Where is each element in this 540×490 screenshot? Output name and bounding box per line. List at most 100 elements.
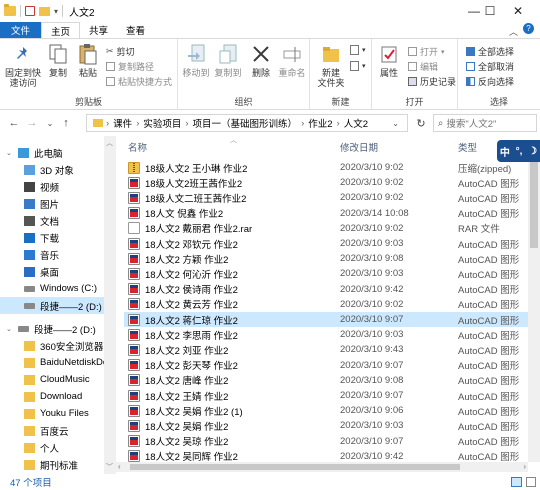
file-row[interactable]: 18人文2 侯诗雨 作业2 2020/3/10 9:42 AutoCAD 图形 <box>124 282 528 297</box>
up-arrow-icon[interactable]: ↑ <box>58 115 74 131</box>
moon-icon[interactable]: ☽ <box>528 146 537 157</box>
new-item-button[interactable]: ▾ <box>350 45 366 55</box>
ime-punctuation[interactable]: °, <box>516 146 523 157</box>
file-row[interactable]: 18级人文2班王茜作业2 2020/3/10 9:02 AutoCAD 图形 <box>124 175 528 190</box>
nav-item[interactable]: BaiduNetdiskDo <box>0 354 104 371</box>
file-row[interactable]: 18人文2 吴娟 作业2 2020/3/10 9:03 AutoCAD 图形 <box>124 418 528 433</box>
tab-file[interactable]: 文件 <box>0 22 42 38</box>
chevron-down-icon[interactable]: ⌄ <box>392 119 399 128</box>
nav-item[interactable]: 文档 <box>0 212 104 229</box>
column-type-header[interactable]: 类型 <box>458 140 477 154</box>
invert-selection-button[interactable]: 反向选择 <box>466 75 514 88</box>
copy-button[interactable]: 复制 <box>44 43 72 78</box>
breadcrumb-item[interactable]: 课件 <box>113 116 132 130</box>
nav-item[interactable]: 下载 <box>0 229 104 246</box>
nav-item[interactable]: 期刊标准 <box>0 456 104 473</box>
file-row[interactable]: 18人文2 邓钦元 作业2 2020/3/10 9:03 AutoCAD 图形 <box>124 236 528 251</box>
nav-item[interactable]: ⌄ 此电脑 <box>0 144 104 161</box>
nav-item[interactable]: 段捷——2 (D:) <box>0 297 104 314</box>
breadcrumb-item[interactable]: 实验项目 <box>143 116 181 130</box>
nav-item[interactable]: 音乐 <box>0 246 104 263</box>
chevron-down-icon[interactable]: ▾ <box>54 7 58 16</box>
chevron-down-icon[interactable]: ⌄ <box>6 325 12 333</box>
details-view-icon[interactable] <box>511 477 522 487</box>
refresh-icon[interactable]: ↻ <box>412 114 430 132</box>
file-row[interactable]: 18人文2 刘亚 作业2 2020/3/10 9:43 AutoCAD 图形 <box>124 342 528 357</box>
paste-button[interactable]: 粘贴 <box>74 43 102 78</box>
file-row[interactable]: 18人文2 何沁沂 作业2 2020/3/10 9:03 AutoCAD 图形 <box>124 266 528 281</box>
tab-view[interactable]: 查看 <box>117 22 154 38</box>
nav-item[interactable]: 360安全浏览器下 <box>0 337 104 354</box>
breadcrumb-item[interactable]: 项目一（基础图形训练） <box>193 116 298 130</box>
file-list-scrollbar[interactable] <box>528 158 540 462</box>
paste-shortcut-button[interactable]: 粘贴快捷方式 <box>106 75 172 88</box>
nav-item[interactable]: 个人 <box>0 439 104 456</box>
file-row[interactable]: 18人文2 李思雨 作业2 2020/3/10 9:03 AutoCAD 图形 <box>124 327 528 342</box>
breadcrumb-item[interactable]: 人文2 <box>344 116 368 130</box>
file-name: 18人文2 吴娟 作业2 <box>145 421 229 433</box>
ime-language[interactable]: 中 <box>500 144 510 159</box>
pin-quick-access-button[interactable]: 固定到快 速访问 <box>4 43 42 88</box>
easy-access-button[interactable]: ▾ <box>350 61 366 71</box>
properties-button[interactable]: 属性 <box>374 43 404 78</box>
tab-home[interactable]: 主页 <box>41 22 81 38</box>
close-button[interactable]: ✕ <box>496 0 540 22</box>
help-icon[interactable]: ? <box>523 23 534 34</box>
select-all-icon <box>466 47 475 56</box>
new-folder-button[interactable]: 新建 文件夹 <box>314 43 348 88</box>
file-name: 18人文2 刘亚 作业2 <box>145 345 229 357</box>
file-row[interactable]: 18人文2 吴同辉 作业2 2020/3/10 9:42 AutoCAD 图形 <box>124 449 528 462</box>
chevron-down-icon[interactable]: ⌄ <box>6 149 12 157</box>
file-row[interactable]: 18人文2 黄云芳 作业2 2020/3/10 9:02 AutoCAD 图形 <box>124 297 528 312</box>
history-button[interactable]: 历史记录 <box>408 75 456 88</box>
file-row[interactable]: 18人文2 吴娟 作业2 (1) 2020/3/10 9:06 AutoCAD 图形 <box>124 403 528 418</box>
nav-item[interactable]: ⌄ 段捷——2 (D:) <box>0 320 104 337</box>
copy-path-button[interactable]: 复制路径 <box>106 60 154 73</box>
file-row[interactable]: 18级人文二班王茜作业2 2020/3/10 9:02 AutoCAD 图形 <box>124 190 528 205</box>
move-to-button[interactable]: 移动到 <box>180 43 212 78</box>
file-row[interactable]: 18级人文2 王小琳 作业2 2020/3/10 9:02 压缩(zipped) <box>124 160 528 175</box>
large-icons-view-icon[interactable] <box>526 477 536 487</box>
edit-button[interactable]: 编辑 <box>408 60 438 73</box>
nav-item[interactable]: CloudMusic <box>0 371 104 388</box>
nav-item[interactable]: Youku Files <box>0 405 104 422</box>
file-row[interactable]: 18人文2 彭天琴 作业2 2020/3/10 9:07 AutoCAD 图形 <box>124 358 528 373</box>
rename-button[interactable]: 重命名 <box>276 43 308 78</box>
collapse-ribbon-icon[interactable]: ︿ <box>509 25 518 38</box>
file-row[interactable]: 18人文 倪鑫 作业2 2020/3/14 10:08 AutoCAD 图形 <box>124 206 528 221</box>
column-date-header[interactable]: 修改日期 <box>340 140 378 154</box>
properties-quick-icon[interactable] <box>25 6 35 16</box>
nav-item[interactable]: 百度云 <box>0 422 104 439</box>
nav-scrollbar[interactable]: ︿ ﹀ <box>104 136 116 474</box>
new-folder-quick-icon[interactable] <box>39 6 50 16</box>
address-bar[interactable]: › 课件 › 实验项目 › 项目一（基础图形训练） › 作业2 › 人文2 ⌄ <box>86 114 408 132</box>
nav-item[interactable]: Download <box>0 388 104 405</box>
breadcrumb-item[interactable]: 作业2 <box>308 116 332 130</box>
file-name: 18人文2 黄云芳 作业2 <box>145 300 238 312</box>
forward-arrow-icon[interactable]: → <box>24 115 40 131</box>
recent-locations-icon[interactable]: ⌄ <box>42 115 58 131</box>
back-arrow-icon[interactable]: ← <box>6 115 22 131</box>
nav-item[interactable]: 3D 对象 <box>0 161 104 178</box>
horizontal-scrollbar[interactable]: ‹ › <box>116 462 528 472</box>
file-row[interactable]: 18人文2 吴琼 作业2 2020/3/10 9:07 AutoCAD 图形 <box>124 434 528 449</box>
column-name-header[interactable]: 名称 <box>128 140 147 154</box>
open-button[interactable]: 打开 ▾ <box>408 45 445 58</box>
cut-button[interactable]: ✂ 剪切 <box>106 45 135 58</box>
nav-item[interactable]: Windows (C:) <box>0 280 104 297</box>
tab-share[interactable]: 共享 <box>80 22 117 38</box>
file-row[interactable]: 18人文2 蒋仁琼 作业2 2020/3/10 9:07 AutoCAD 图形 <box>124 312 528 327</box>
copy-to-button[interactable]: 复制到 <box>212 43 244 78</box>
file-row[interactable]: 18人文2 方颖 作业2 2020/3/10 9:08 AutoCAD 图形 <box>124 251 528 266</box>
nav-item[interactable]: 视频 <box>0 178 104 195</box>
file-row[interactable]: 18人文2 戴丽君 作业2.rar 2020/3/10 9:02 RAR 文件 <box>124 221 528 236</box>
nav-item[interactable]: 图片 <box>0 195 104 212</box>
nav-item[interactable]: 桌面 <box>0 263 104 280</box>
file-row[interactable]: 18人文2 王婧 作业2 2020/3/10 9:07 AutoCAD 图形 <box>124 388 528 403</box>
search-input[interactable]: ⌕ 搜索"人文2" <box>433 114 537 132</box>
file-row[interactable]: 18人文2 唐峰 作业2 2020/3/10 9:08 AutoCAD 图形 <box>124 373 528 388</box>
ime-toolbar[interactable]: 中 °, ☽ <box>497 140 540 162</box>
select-none-button[interactable]: 全部取消 <box>466 60 514 73</box>
select-all-button[interactable]: 全部选择 <box>466 45 514 58</box>
delete-button[interactable]: 删除 <box>248 43 274 78</box>
